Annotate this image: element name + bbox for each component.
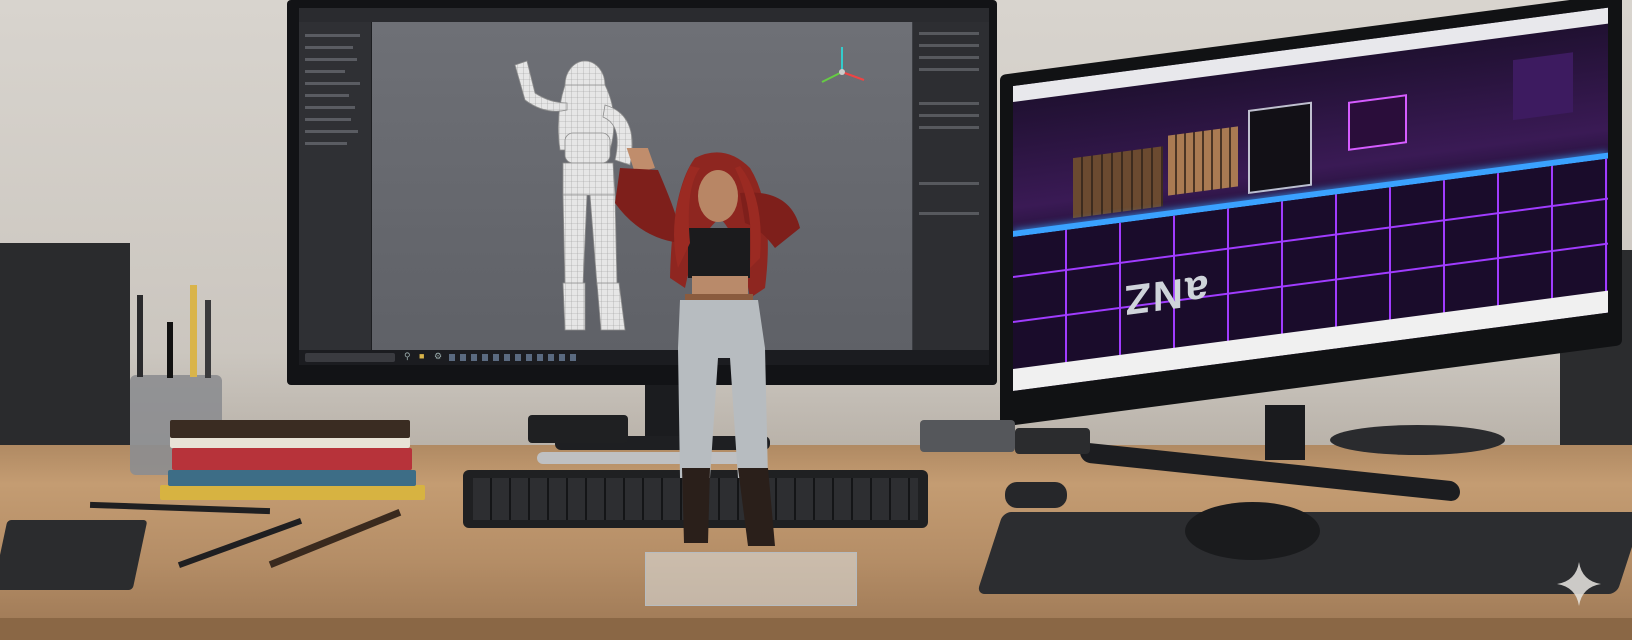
brush	[205, 300, 211, 378]
round-stand	[1330, 425, 1505, 455]
doorway	[1248, 101, 1312, 195]
outliner-row	[305, 94, 349, 97]
property-row	[919, 32, 979, 35]
sculpt-app-menubar	[299, 8, 989, 22]
drawing-tablet	[0, 520, 148, 590]
desk-edge	[0, 618, 1632, 640]
property-row	[919, 102, 979, 105]
property-row	[919, 126, 979, 129]
usb-hub	[1005, 482, 1067, 508]
pencil	[190, 285, 197, 377]
brush	[137, 295, 143, 377]
property-row	[919, 68, 979, 71]
outliner-row	[305, 142, 347, 145]
book	[170, 420, 410, 448]
poster-wall	[1073, 146, 1163, 219]
pen	[167, 322, 173, 378]
right-monitor-stand	[1265, 405, 1305, 460]
charging-dock	[920, 420, 1015, 452]
neon-sign-screen	[1348, 94, 1407, 151]
folder-icon[interactable]: ■	[419, 351, 424, 361]
book	[160, 485, 425, 500]
computer-mouse[interactable]	[1185, 502, 1320, 560]
small-device	[1015, 428, 1090, 454]
property-row	[919, 114, 979, 117]
outliner-row	[305, 46, 353, 49]
printed-figurine	[615, 148, 800, 546]
outliner-row	[305, 34, 360, 37]
properties-panel	[913, 22, 989, 350]
outliner-row	[305, 70, 345, 73]
book	[172, 448, 412, 470]
outliner-row	[305, 130, 358, 133]
property-row	[919, 182, 979, 185]
taskbar-app-icons[interactable]	[449, 354, 579, 361]
sparkle-icon	[1557, 562, 1601, 606]
axis-gizmo-icon	[821, 47, 865, 83]
book	[168, 470, 416, 486]
neon-panel	[1513, 52, 1573, 121]
search-icon[interactable]: ⚲	[404, 351, 411, 362]
outliner-panel	[299, 22, 372, 350]
property-row	[919, 212, 979, 215]
gear-icon[interactable]: ⚙	[434, 351, 442, 362]
desk-setup-photo: ⚲ ■ ⚙ aNZ	[0, 0, 1632, 640]
outliner-row	[305, 82, 360, 85]
property-row	[919, 56, 979, 59]
outliner-row	[305, 58, 357, 61]
taskbar-search-box[interactable]	[305, 353, 395, 362]
property-row	[919, 44, 979, 47]
poster-wall	[1168, 126, 1238, 196]
outliner-row	[305, 118, 351, 121]
outliner-row	[305, 106, 355, 109]
